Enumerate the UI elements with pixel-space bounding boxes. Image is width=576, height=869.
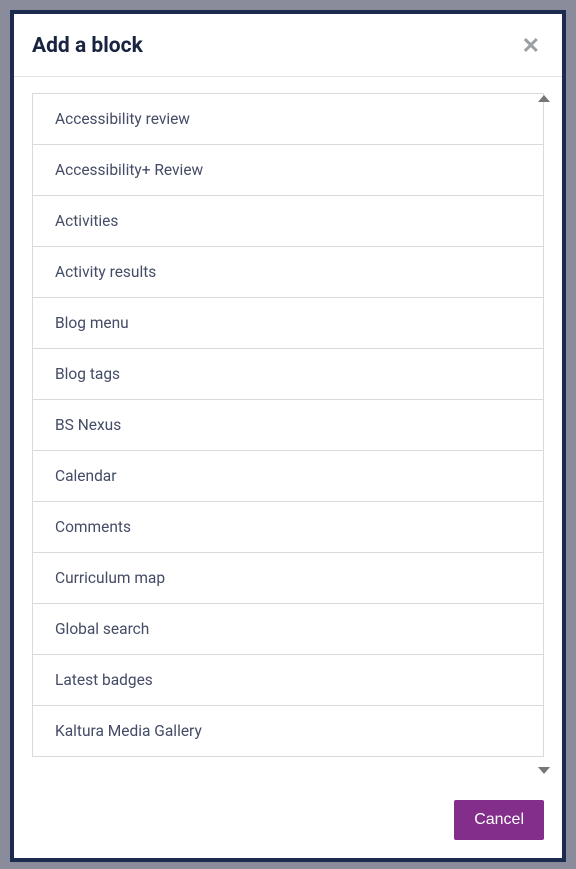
block-item[interactable]: Global search (33, 604, 543, 655)
block-item-label: Calendar (55, 467, 117, 485)
block-item[interactable]: Blog menu (33, 298, 543, 349)
block-item-label: Accessibility review (55, 110, 190, 128)
block-item-label: Activity results (55, 263, 156, 281)
block-item-label: Blog menu (55, 314, 129, 332)
modal-title: Add a block (32, 34, 143, 58)
scroll-down-icon (538, 767, 550, 774)
scroll-up-icon (538, 95, 550, 102)
block-item[interactable]: Calendar (33, 451, 543, 502)
block-item[interactable]: Latest badges (33, 655, 543, 706)
add-block-modal: Add a block ✕ Accessibility reviewAccess… (10, 10, 566, 862)
block-item-label: BS Nexus (55, 416, 121, 434)
modal-header: Add a block ✕ (14, 14, 562, 77)
block-item-label: Activities (55, 212, 118, 230)
block-item-label: Accessibility+ Review (55, 161, 203, 179)
modal-footer: Cancel (14, 786, 562, 858)
close-icon: ✕ (522, 33, 540, 58)
block-list: Accessibility review Accessibility+ Revie… (32, 93, 544, 757)
block-item[interactable]: Accessibility review (33, 94, 543, 145)
modal-body: Accessibility review Accessibility+ Revie… (14, 77, 562, 786)
block-item-label: Comments (55, 518, 131, 536)
block-item[interactable]: Activity results (33, 247, 543, 298)
block-item[interactable]: Accessibility+ Review (33, 145, 543, 196)
block-item[interactable]: BS Nexus (33, 400, 543, 451)
cancel-button[interactable]: Cancel (454, 800, 544, 840)
block-item-label: Curriculum map (55, 569, 165, 587)
close-button[interactable]: ✕ (518, 35, 544, 57)
block-item-label: Latest badges (55, 671, 153, 689)
block-item[interactable]: Curriculum map (33, 553, 543, 604)
block-item[interactable]: Activities (33, 196, 543, 247)
block-item-label: Blog tags (55, 365, 120, 383)
block-list-scroll[interactable]: Accessibility review Accessibility+ Revie… (32, 93, 552, 776)
block-item[interactable]: Blog tags (33, 349, 543, 400)
block-item-label: Kaltura Media Gallery (55, 722, 202, 740)
block-item-label: Global search (55, 620, 149, 638)
block-item[interactable]: Comments (33, 502, 543, 553)
block-item[interactable]: Kaltura Media Gallery (33, 706, 543, 757)
